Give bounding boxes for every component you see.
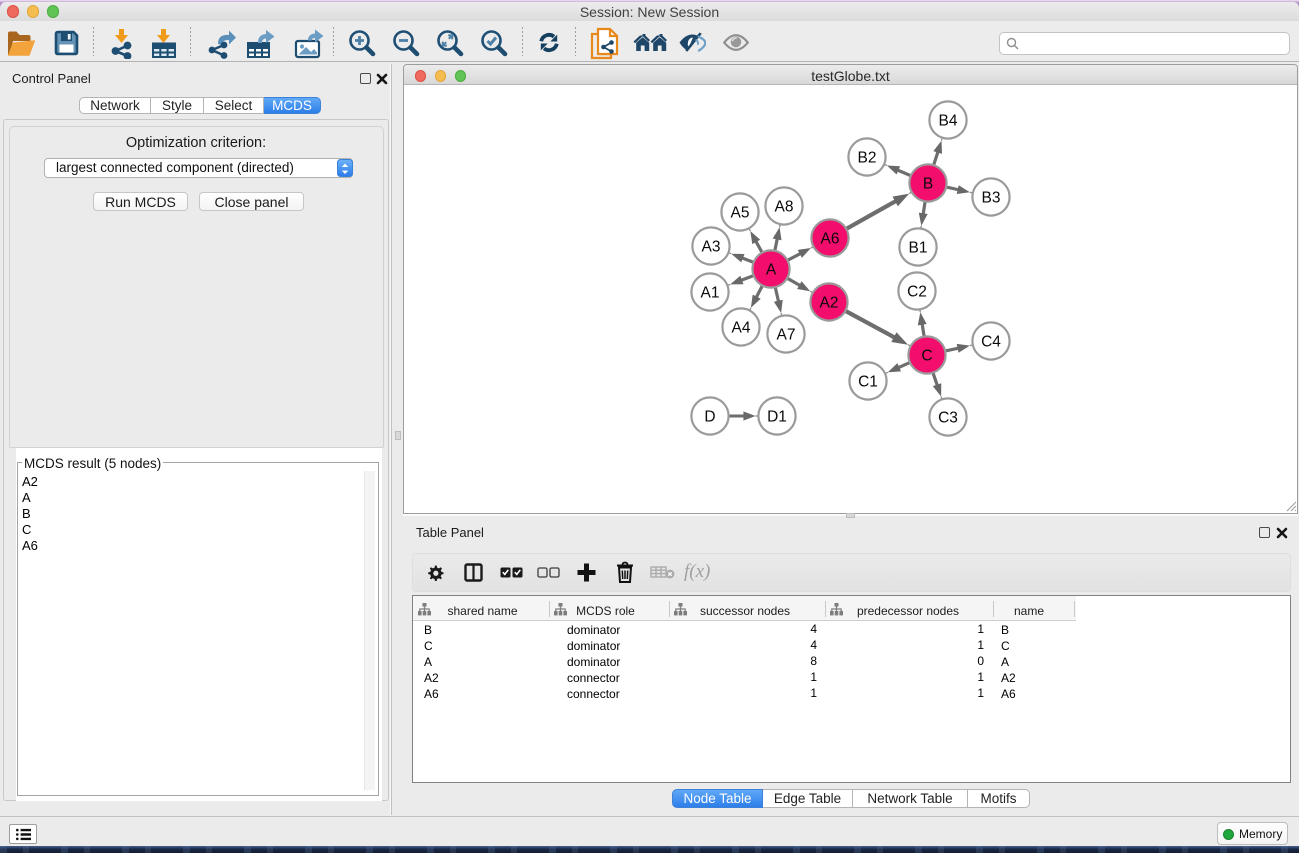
svg-text:A3: A3 [702, 239, 721, 256]
svg-text:D: D [704, 409, 715, 426]
svg-text:C2: C2 [907, 284, 927, 301]
svg-text:C3: C3 [938, 410, 958, 427]
svg-text:A4: A4 [732, 320, 751, 337]
svg-text:A6: A6 [821, 231, 840, 248]
svg-text:B: B [923, 176, 933, 193]
svg-text:D1: D1 [767, 409, 787, 426]
svg-text:C1: C1 [858, 374, 878, 391]
svg-text:A1: A1 [701, 285, 720, 302]
svg-text:A5: A5 [731, 205, 750, 222]
svg-text:A: A [766, 262, 777, 279]
svg-text:C4: C4 [981, 334, 1001, 351]
svg-text:B4: B4 [939, 113, 958, 130]
svg-text:B3: B3 [982, 190, 1001, 207]
svg-text:B1: B1 [909, 240, 928, 257]
svg-text:B2: B2 [858, 150, 877, 167]
svg-text:A7: A7 [777, 327, 796, 344]
svg-text:A8: A8 [775, 199, 794, 216]
svg-text:C: C [921, 348, 932, 365]
svg-text:A2: A2 [820, 295, 839, 312]
